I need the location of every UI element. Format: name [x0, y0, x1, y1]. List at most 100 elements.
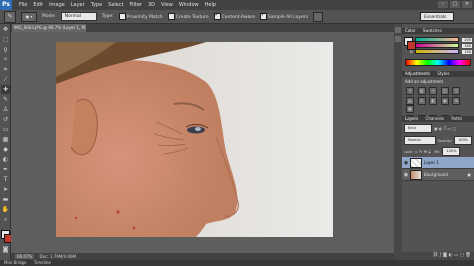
proximity-radio[interactable]	[118, 13, 126, 20]
red-value[interactable]: 205	[462, 37, 472, 42]
layer-name[interactable]: Layer 1	[424, 160, 439, 165]
menu-window[interactable]: Window	[176, 2, 202, 8]
fill-input[interactable]: 100%	[442, 147, 461, 156]
color-spectrum-bar[interactable]	[405, 59, 471, 66]
adjustment-layer-icon[interactable]: ◐	[449, 253, 453, 258]
healing-brush-tool-icon[interactable]: ✚	[1, 85, 10, 94]
black-white-icon[interactable]: ◧	[429, 97, 438, 105]
eye-icon[interactable]: ◉	[402, 172, 410, 178]
exposure-icon[interactable]: ◫	[440, 87, 449, 95]
content-aware-radio[interactable]	[213, 13, 221, 20]
quick-mask-icon[interactable]: ◙	[1, 245, 10, 254]
content-aware-option[interactable]: Content-Aware	[213, 13, 255, 20]
zoom-tool-icon[interactable]: ⌕	[1, 215, 10, 224]
green-value[interactable]: 180	[462, 43, 472, 48]
close-button[interactable]: ✕	[462, 1, 472, 8]
maximize-button[interactable]: □	[450, 1, 460, 8]
move-tool-icon[interactable]: ✥	[1, 25, 10, 34]
sample-all-checkbox[interactable]	[259, 13, 267, 20]
lasso-tool-icon[interactable]: ϙ	[1, 45, 10, 54]
blend-mode-select[interactable]: Normal	[404, 136, 436, 145]
sample-all-option[interactable]: Sample All Layers	[259, 13, 308, 20]
red-slider[interactable]	[415, 37, 459, 42]
menu-view[interactable]: View	[158, 2, 176, 8]
new-layer-icon[interactable]: ▢	[460, 253, 464, 258]
blue-slider[interactable]	[415, 49, 459, 54]
menu-3d[interactable]: 3D	[145, 2, 158, 8]
dodge-tool-icon[interactable]: ◐	[1, 155, 10, 164]
tab-adjustments[interactable]: Adjustments	[405, 71, 430, 76]
create-texture-option[interactable]: Create Texture	[167, 13, 209, 20]
menu-help[interactable]: Help	[202, 2, 219, 8]
tab-paths[interactable]: Paths	[451, 116, 462, 121]
type-tool-icon[interactable]: T	[1, 175, 10, 184]
hue-saturation-icon[interactable]: ▤	[406, 97, 414, 105]
doc-info[interactable]: Doc: 1.79M/4.06M	[40, 254, 76, 259]
mask-icon[interactable]: ◙	[443, 253, 447, 258]
photo-filter-icon[interactable]: ◉	[440, 97, 449, 105]
menu-file[interactable]: File	[16, 2, 30, 8]
layer-filter-select[interactable]: Kind	[404, 124, 432, 133]
quick-select-tool-icon[interactable]: ✧	[1, 55, 10, 64]
color-balance-icon[interactable]: ⚖	[417, 97, 426, 105]
curves-icon[interactable]: ∿	[429, 87, 438, 95]
color-lookup-icon[interactable]: ▦	[406, 105, 414, 113]
blur-tool-icon[interactable]: ◆	[1, 145, 10, 154]
pen-tool-icon[interactable]: ✒	[1, 165, 10, 174]
vibrance-icon[interactable]: ▽	[452, 87, 461, 95]
green-slider[interactable]	[415, 43, 459, 48]
marquee-tool-icon[interactable]: ⬚	[1, 35, 10, 44]
link-layers-icon[interactable]: ⛓	[433, 253, 439, 258]
crop-tool-icon[interactable]: ⌗	[1, 65, 10, 74]
layer-row-background[interactable]: ◉ Background ▣	[402, 169, 474, 181]
eyedropper-tool-icon[interactable]: ⁄	[1, 75, 10, 84]
menu-type[interactable]: Type	[88, 2, 105, 8]
trash-icon[interactable]: 🗑︎	[465, 253, 471, 258]
document-tab[interactable]: IMG_0663.JPG @ 66.7% (Layer 1, RGB/8#) *	[12, 24, 86, 32]
layer-name[interactable]: Background	[424, 172, 448, 177]
brush-tool-icon[interactable]: ✎	[1, 95, 10, 104]
group-icon[interactable]: ▭	[454, 253, 458, 258]
eye-icon[interactable]: ◉	[402, 160, 410, 166]
proximity-option[interactable]: Proximity Match	[118, 13, 163, 20]
brush-preset-picker[interactable]: ● ▾	[21, 11, 37, 22]
menu-filter[interactable]: Filter	[127, 2, 145, 8]
blue-value[interactable]: 150	[462, 49, 472, 54]
history-brush-tool-icon[interactable]: ↺	[1, 115, 10, 124]
menu-layer[interactable]: Layer	[68, 2, 88, 8]
lock-icons[interactable]: ▫ ✎ ✥ 🔒︎	[415, 149, 430, 154]
properties-panel-icon[interactable]	[395, 36, 401, 42]
minimize-button[interactable]: –	[438, 1, 448, 8]
tab-styles[interactable]: Styles	[437, 71, 449, 76]
tab-color[interactable]: Color	[405, 28, 415, 33]
tab-swatches[interactable]: Swatches	[423, 28, 442, 33]
eraser-tool-icon[interactable]: ▭	[1, 125, 10, 134]
opacity-input[interactable]: 100%	[453, 136, 472, 145]
levels-icon[interactable]: ▥	[417, 87, 426, 95]
gradient-tool-icon[interactable]: ▦	[1, 135, 10, 144]
tab-mini-bridge[interactable]: Mini Bridge	[4, 260, 27, 265]
panel-background-swatch[interactable]	[407, 41, 416, 50]
channel-mixer-icon[interactable]: ⊕	[452, 97, 461, 105]
fx-icon[interactable]: ƒ	[440, 253, 442, 258]
filter-icons[interactable]: ▣ ◐ T ▭ ▢	[434, 126, 456, 131]
mode-select[interactable]: Normal	[60, 12, 97, 21]
workspace-switcher[interactable]: Essentials	[420, 12, 454, 21]
tab-channels[interactable]: Channels	[426, 116, 445, 121]
tab-timeline[interactable]: Timeline	[34, 260, 51, 265]
zoom-level[interactable]: 66.67%	[15, 254, 35, 259]
spot-healing-brush-icon[interactable]: ✎	[4, 10, 16, 23]
menu-select[interactable]: Select	[105, 2, 126, 8]
history-panel-icon[interactable]	[395, 27, 401, 33]
shape-tool-icon[interactable]: ▬	[1, 195, 10, 204]
hand-tool-icon[interactable]: ✋	[1, 205, 10, 214]
path-select-tool-icon[interactable]: ➤	[1, 185, 10, 194]
create-texture-radio[interactable]	[167, 13, 175, 20]
brightness-icon[interactable]: ☼	[406, 87, 414, 95]
layer-row-layer-1[interactable]: ◉ Layer 1	[402, 157, 474, 169]
pressure-icon[interactable]	[313, 11, 324, 22]
menu-edit[interactable]: Edit	[30, 2, 46, 8]
photo-canvas[interactable]	[56, 42, 333, 237]
tab-layers[interactable]: Layers	[405, 116, 418, 121]
menu-image[interactable]: Image	[46, 2, 68, 8]
